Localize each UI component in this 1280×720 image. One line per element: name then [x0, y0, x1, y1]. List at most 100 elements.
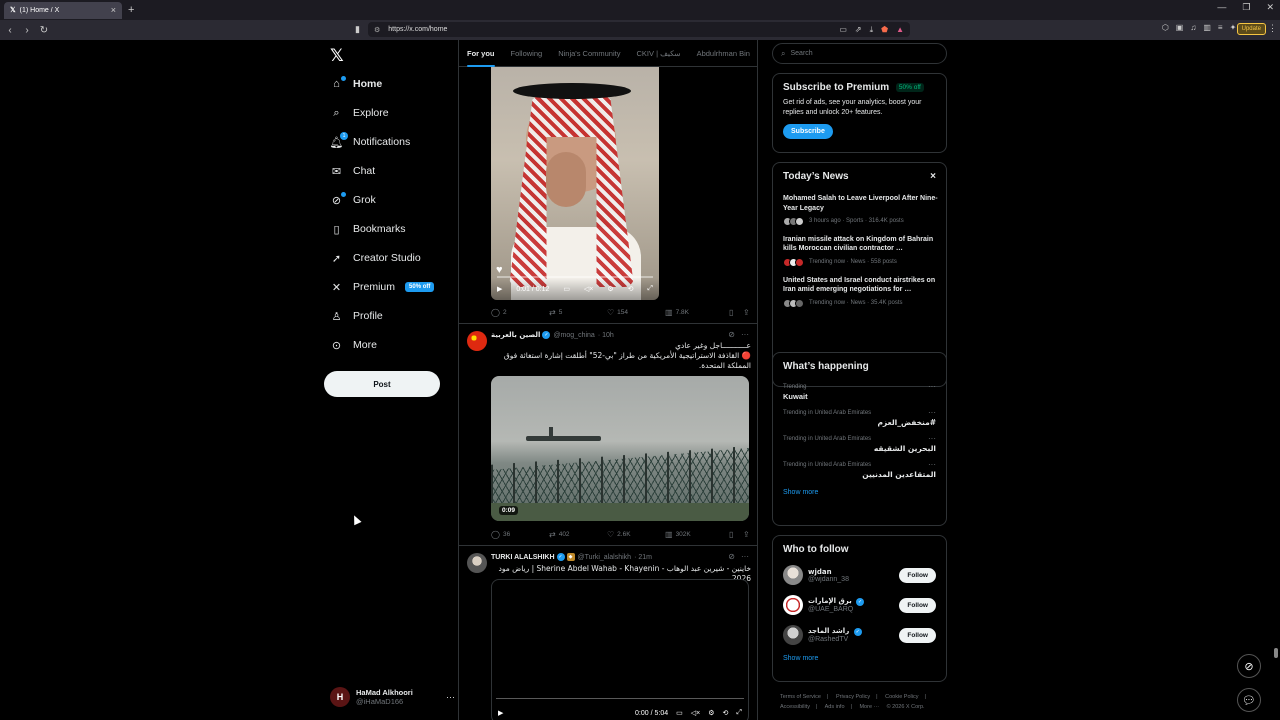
tweet-video[interactable]: 0:09	[491, 376, 749, 521]
search-input[interactable]: ⌕ Search	[772, 43, 947, 64]
new-tab-button[interactable]: +	[128, 4, 134, 16]
more-icon[interactable]: ···	[928, 408, 936, 417]
play-icon[interactable]: ▶	[497, 285, 502, 293]
avatar[interactable]	[467, 331, 487, 351]
footer-link[interactable]: Terms of Service	[780, 694, 821, 700]
avatar[interactable]	[783, 625, 803, 645]
menu-icon[interactable]: ⋮	[1268, 23, 1277, 34]
music-icon[interactable]: ♫	[1190, 23, 1196, 32]
nav-profile[interactable]: ♙ Profile	[330, 306, 383, 326]
nav-more[interactable]: ⊙ More	[330, 335, 377, 355]
grok-icon[interactable]: ⊘	[728, 552, 735, 561]
tweet-handle[interactable]: @mog_china	[553, 332, 594, 339]
restore-icon[interactable]: ❐	[1242, 2, 1250, 13]
tweet-time[interactable]: · 21m	[634, 554, 652, 561]
cast-icon[interactable]: ▭	[839, 25, 847, 35]
captions-icon[interactable]: ▭	[676, 709, 683, 717]
nav-chat[interactable]: ✉ Chat	[330, 161, 375, 181]
follow-suggestion[interactable]: راشد الماجد ✓ @RashedTV Follow	[783, 625, 936, 645]
tweet-time[interactable]: · 10h	[598, 332, 614, 339]
trend-item[interactable]: Trending in United Arab Emirates البحرين…	[783, 434, 936, 453]
post-button[interactable]: Post	[324, 371, 440, 397]
mute-icon[interactable]: ◁×	[584, 285, 593, 293]
nav-grok[interactable]: ⊘ Grok	[330, 190, 376, 210]
more-icon[interactable]: ···	[928, 382, 936, 391]
scrollbar[interactable]	[1274, 648, 1278, 658]
reply-button[interactable]: ◯ 2	[491, 308, 549, 317]
download-icon[interactable]: ⤓	[870, 25, 874, 35]
footer-link[interactable]: Ads info	[825, 704, 845, 710]
nav-explore[interactable]: ⌕ Explore	[330, 103, 388, 123]
close-icon[interactable]: ×	[930, 171, 936, 182]
tweet-video[interactable]: ▶ 0:00 / 5:04 ▭ ◁× ⚙ ⟲ ⤢	[491, 579, 749, 720]
bookmark-button[interactable]: ▯	[729, 530, 743, 539]
repost-button[interactable]: ⇄ 5	[549, 308, 607, 317]
trend-item[interactable]: Trending in United Arab Emirates #منخفض_…	[783, 408, 936, 427]
show-more-link[interactable]: Show more	[783, 655, 936, 662]
tab-for-you[interactable]: For you	[467, 40, 495, 67]
show-more-link[interactable]: Show more	[783, 489, 936, 496]
more-icon[interactable]: ···	[928, 434, 936, 443]
grok-icon[interactable]: ⊘	[728, 330, 735, 339]
sidebar-icon[interactable]: ▥	[1203, 23, 1211, 32]
tab-following[interactable]: Following	[511, 40, 543, 67]
follow-button[interactable]: Follow	[899, 597, 936, 613]
extension-icon[interactable]: ⬡	[1162, 23, 1169, 32]
messages-fab-button[interactable]: 💬︎	[1237, 688, 1261, 712]
rewards-icon[interactable]: ▲	[896, 25, 904, 35]
loop-icon[interactable]: ⟲	[723, 709, 729, 717]
trend-item[interactable]: Trending in United Arab Emirates المتقاع…	[783, 460, 936, 479]
captions-icon[interactable]: ▭	[563, 285, 570, 293]
forward-icon[interactable]: ›	[20, 25, 34, 36]
share-button[interactable]: ⇪	[743, 530, 750, 539]
address-bar[interactable]: ⚙ https://x.com/home ▭ ⇗ ⤓ ⬟ ▲	[368, 22, 910, 37]
like-button[interactable]: ♡ 154	[607, 308, 665, 317]
back-icon[interactable]: ‹	[3, 25, 17, 36]
tweet-author-name[interactable]: الصين بالعربية	[491, 331, 540, 339]
nav-notifications[interactable]: 🔔︎ 1 Notifications	[330, 131, 410, 152]
avatar[interactable]	[467, 553, 487, 573]
avatar[interactable]	[783, 565, 803, 585]
footer-link[interactable]: Accessibility	[780, 704, 810, 710]
x-logo-icon[interactable]: 𝕏	[330, 46, 344, 66]
reply-button[interactable]: ◯ 36	[491, 530, 549, 539]
video-progress-bar[interactable]	[496, 698, 744, 699]
tweet-handle[interactable]: @Turki_alalshikh	[578, 554, 632, 561]
footer-link[interactable]: More ···	[859, 704, 879, 710]
footer-link[interactable]: Cookie Policy	[885, 694, 918, 700]
more-icon[interactable]: ···	[741, 330, 749, 339]
nav-premium[interactable]: ✕ Premium 50% off	[330, 277, 435, 297]
share-icon[interactable]: ⇗	[855, 25, 862, 35]
follow-button[interactable]: Follow	[899, 627, 936, 643]
views-button[interactable]: ▥ 7.8K	[665, 308, 729, 317]
share-button[interactable]: ⇪	[743, 308, 750, 317]
reload-icon[interactable]: ↻	[37, 25, 51, 36]
shield-icon[interactable]: ⬟	[881, 25, 888, 35]
tweet-video[interactable]: ♥ ▶ 0:01 / 0:12 ▭ ◁× ⚙ ⟲ ⤢	[491, 67, 659, 300]
news-item[interactable]: Mohamed Salah to Leave Liverpool After N…	[783, 194, 938, 226]
bookmark-button[interactable]: ▯	[729, 308, 743, 317]
wallet-icon[interactable]: ▣	[1176, 23, 1184, 32]
tweet-author-name[interactable]: TURKI ALALSHIKH	[491, 554, 555, 561]
follow-button[interactable]: Follow	[899, 567, 936, 583]
minimize-icon[interactable]: —	[1217, 2, 1226, 13]
nav-bookmarks[interactable]: ▯ Bookmarks	[330, 219, 405, 239]
subscribe-button[interactable]: Subscribe	[783, 123, 833, 139]
trend-item[interactable]: Trending Kuwait ···	[783, 382, 936, 401]
account-switcher[interactable]: H HaMad Alkhoori @iHaMaD166 ···	[330, 684, 455, 710]
more-icon[interactable]: ···	[446, 692, 455, 702]
news-item[interactable]: Iranian missile attack on Kingdom of Bah…	[783, 235, 936, 267]
reader-icon[interactable]: ≡	[1218, 23, 1223, 32]
tab-ninjas-community[interactable]: Ninja's Community	[558, 40, 620, 67]
bookmark-page-icon[interactable]: ▮	[355, 24, 360, 35]
tab-abdulrhman[interactable]: Abdulrhman Bin	[697, 40, 750, 67]
repost-button[interactable]: ⇄ 402	[549, 530, 607, 539]
nav-creator-studio[interactable]: ➚ Creator Studio	[330, 248, 421, 268]
play-icon[interactable]: ▶	[498, 709, 503, 717]
site-info-icon[interactable]: ⚙	[374, 26, 380, 34]
settings-icon[interactable]: ⚙	[708, 709, 714, 717]
follow-suggestion[interactable]: برق الإمارات ✓ @UAE_BARQ Follow	[783, 595, 936, 615]
browser-tab[interactable]: 𝕏 (1) Home / X ×	[4, 1, 122, 19]
fullscreen-icon[interactable]: ⤢	[647, 285, 653, 293]
tab-ckiv[interactable]: CKIV | سكيف	[636, 40, 680, 67]
